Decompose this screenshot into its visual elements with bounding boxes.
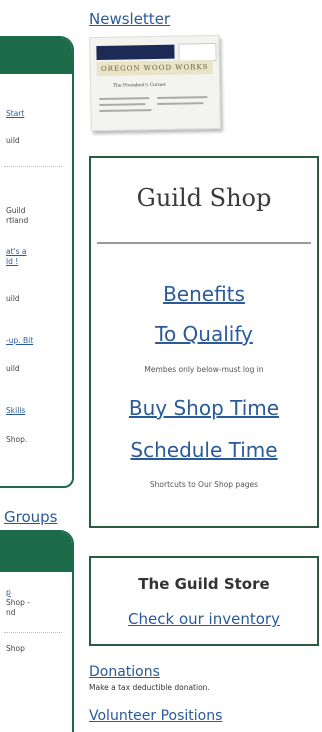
left-item-text: nd: [6, 608, 16, 617]
left-panel-header: [0, 38, 72, 74]
left-item-text: Guild: [6, 206, 26, 215]
left-item-link[interactable]: at's a: [6, 247, 27, 257]
groups-link[interactable]: Groups: [4, 508, 57, 526]
divider: [4, 632, 62, 633]
buy-shop-time-link[interactable]: Buy Shop Time: [91, 396, 317, 420]
newsletter-text-line: [99, 103, 146, 106]
guild-store-title: The Guild Store: [138, 575, 270, 593]
left-item-text: Shop -: [6, 598, 30, 607]
left-item-text: uild: [6, 364, 20, 373]
newsletter-thumb-title: OREGON WOOD WORKS: [96, 59, 213, 77]
volunteer-positions-link[interactable]: Volunteer Positions: [89, 708, 222, 724]
newsletter-thumb-subtitle: The President's Corner: [113, 82, 166, 89]
donations-link[interactable]: Donations: [89, 664, 160, 680]
newsletter-thumbnail[interactable]: OREGON WOOD WORKS The President's Corner: [89, 34, 221, 132]
newsletter-text-line: [157, 102, 204, 105]
divider: [4, 166, 62, 167]
left-item-link[interactable]: -up. Bit: [6, 336, 33, 346]
left-item-text: Shop.: [6, 435, 28, 444]
newsletter-text-line: [99, 97, 150, 100]
left-item-text: rtland: [6, 216, 29, 225]
left-panel-header: [0, 532, 72, 572]
benefits-link[interactable]: Benefits: [91, 282, 317, 306]
members-note: Membes only below-must log in: [144, 365, 264, 374]
newsletter-text-line: [99, 109, 152, 112]
donations-note: Make a tax deductible donation.: [89, 683, 210, 692]
left-item-link[interactable]: ld !: [6, 257, 18, 267]
left-item-text: uild: [6, 294, 20, 303]
to-qualify-link[interactable]: To Qualify: [91, 322, 317, 346]
newsletter-header-band: [96, 44, 175, 61]
newsletter-text-line: [157, 96, 208, 99]
left-item-link[interactable]: Start: [6, 109, 24, 119]
left-item-link[interactable]: Skills: [6, 406, 25, 416]
left-item-link[interactable]: p: [6, 588, 11, 598]
schedule-time-link[interactable]: Schedule Time: [91, 438, 317, 462]
guild-shop-title: Guild Shop: [136, 184, 272, 212]
left-sidebar-panel: Start uild Guild rtland at's a ld ! uild…: [0, 36, 74, 488]
divider: [97, 242, 311, 244]
guild-store-box: The Guild Store Check our inventory: [89, 556, 319, 646]
shortcuts-note: Shortcuts to Our Shop pages: [149, 480, 259, 489]
guild-shop-box: Guild Shop Benefits To Qualify Membes on…: [89, 156, 319, 528]
newsletter-corner-box: [178, 42, 217, 62]
left-item-text: Shop: [6, 644, 25, 653]
check-inventory-link[interactable]: Check our inventory: [91, 610, 317, 628]
left-groups-panel: p Shop - nd Shop: [0, 530, 74, 732]
newsletter-link[interactable]: Newsletter: [89, 10, 170, 28]
left-item-text: uild: [6, 136, 20, 145]
